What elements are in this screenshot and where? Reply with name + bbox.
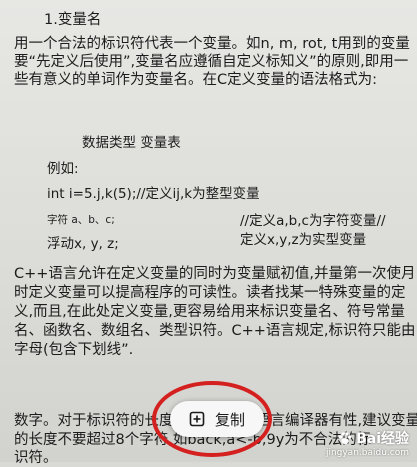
paragraph-line: 义,而且,在此处定义变量,更容易给用来标识变量名、符号常量 xyxy=(14,304,405,320)
code-comment-char: //定义a,b,c为字符变量// xyxy=(240,213,386,229)
copy-plus-icon xyxy=(189,411,205,427)
code-line-char: 字符 a、b、c; xyxy=(47,214,115,226)
code-comment-float: 定义x,y,z为实型变量 xyxy=(240,232,367,248)
watermark: Bai经验 jingyan.baidu.com xyxy=(326,428,409,458)
code-line-int: int i=5.j,k(5);//定义ij,k为整型变量 xyxy=(47,186,260,202)
paragraph-line: C++语言允许在定义变量的同时为变量赋初值,并量第一次使月 xyxy=(14,266,416,282)
copy-button[interactable]: 复制 xyxy=(170,401,264,437)
paragraph-line: 时定义变量可以提高程序的可读性。读者找某一特殊变量的定 xyxy=(14,285,406,301)
paw-icon xyxy=(338,432,352,444)
document-photo: 1.变量名 用一个合法的标识符代表一个变量。如n, m, rot, t用到的变量… xyxy=(0,0,417,466)
paragraph-line: 名、函数名、数组名、类型识符。C++语言规定,标识符只能由 xyxy=(14,323,416,339)
example-label: 例如: xyxy=(47,161,79,177)
copy-label: 复制 xyxy=(214,410,245,429)
watermark-brand: Bai经验 xyxy=(356,431,409,447)
watermark-url: jingyan.baidu.com xyxy=(325,448,409,458)
paragraph-line: 些有意义的单词作为变量名。在C定义变量的语法格式为: xyxy=(14,72,378,88)
paragraph-line: 识符。 xyxy=(14,450,58,466)
section-heading: 1.变量名 xyxy=(44,12,102,28)
paragraph-line: 字母(包含下划线”. xyxy=(14,342,134,358)
code-line-float: 浮动x, y, z; xyxy=(47,236,119,252)
syntax-line: 数据类型 变量表 xyxy=(82,135,181,151)
